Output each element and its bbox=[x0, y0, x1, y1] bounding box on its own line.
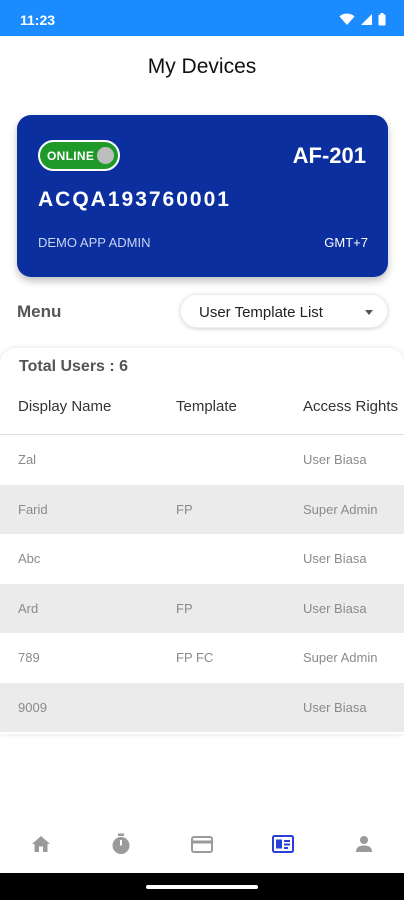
card-icon bbox=[191, 835, 213, 853]
nav-home[interactable] bbox=[26, 830, 56, 858]
table-row[interactable]: Ard FP User Biasa bbox=[0, 583, 404, 633]
wifi-icon bbox=[339, 13, 355, 25]
device-timezone: GMT+7 bbox=[324, 235, 368, 250]
status-icons bbox=[339, 12, 386, 26]
device-model: AF-201 bbox=[292, 143, 366, 168]
cell-display-name: Zal bbox=[18, 452, 37, 467]
home-indicator[interactable] bbox=[146, 885, 258, 889]
table-row[interactable]: Farid FP Super Admin bbox=[0, 484, 404, 534]
id-card-icon bbox=[272, 835, 294, 853]
cell-template: FP bbox=[176, 600, 193, 616]
cell-display-name: Abc bbox=[18, 551, 41, 566]
cell-access-rights: User Biasa bbox=[303, 452, 367, 467]
gesture-bar bbox=[0, 873, 404, 900]
timer-icon bbox=[112, 833, 130, 854]
cell-display-name: Farid bbox=[18, 501, 48, 517]
cell-template: FP FC bbox=[176, 650, 214, 665]
cell-access-rights: Super Admin bbox=[303, 501, 378, 517]
online-status-label: ONLINE bbox=[47, 149, 95, 163]
battery-icon bbox=[378, 12, 386, 25]
device-card[interactable]: ONLINE AF-201 ACQA193760001 DEMO APP ADM… bbox=[17, 115, 388, 277]
menu-dropdown[interactable]: User Template List bbox=[180, 294, 388, 328]
column-access-rights: Access Rights bbox=[303, 398, 399, 415]
page-title: My Devices bbox=[147, 55, 257, 78]
device-serial: ACQA193760001 bbox=[38, 188, 231, 211]
menu-label: Menu bbox=[17, 302, 62, 321]
table-row[interactable]: 9009 User Biasa bbox=[0, 682, 404, 732]
cell-access-rights: User Biasa bbox=[303, 551, 367, 566]
table-row[interactable]: Abc User Biasa bbox=[0, 534, 404, 584]
menu-selected-value: User Template List bbox=[199, 304, 323, 321]
dropdown-arrow-icon bbox=[365, 310, 373, 315]
status-bar: 11:23 bbox=[0, 0, 404, 36]
users-table: Zal User Biasa Farid FP Super Admin Abc … bbox=[0, 435, 404, 732]
total-users: Total Users : 6 bbox=[19, 358, 129, 375]
online-toggle[interactable]: ONLINE bbox=[38, 140, 120, 171]
toggle-knob bbox=[97, 147, 114, 164]
cell-display-name: 9009 bbox=[18, 699, 47, 715]
cell-display-name: Ard bbox=[18, 600, 39, 616]
table-row[interactable]: Zal User Biasa bbox=[0, 435, 404, 485]
nav-card[interactable] bbox=[187, 830, 217, 858]
nav-profile[interactable] bbox=[349, 830, 379, 858]
cell-access-rights: User Biasa bbox=[303, 699, 367, 715]
person-icon bbox=[356, 836, 372, 852]
cell-access-rights: User Biasa bbox=[303, 600, 367, 616]
home-icon bbox=[32, 836, 50, 852]
status-time: 11:23 bbox=[20, 12, 56, 28]
bottom-nav bbox=[0, 820, 404, 868]
users-panel: Total Users : 6 Display Name Template Ac… bbox=[0, 348, 404, 734]
nav-user-template[interactable] bbox=[268, 830, 298, 858]
cell-access-rights: Super Admin bbox=[303, 650, 378, 665]
column-template: Template bbox=[176, 398, 237, 415]
cell-template: FP bbox=[176, 501, 193, 517]
nav-timer[interactable] bbox=[106, 830, 136, 858]
cell-display-name: 789 bbox=[18, 650, 40, 665]
column-display-name: Display Name bbox=[18, 398, 112, 415]
table-row[interactable]: 789 FP FC Super Admin bbox=[0, 633, 404, 683]
device-owner: DEMO APP ADMIN bbox=[38, 235, 151, 250]
signal-icon bbox=[361, 13, 372, 25]
